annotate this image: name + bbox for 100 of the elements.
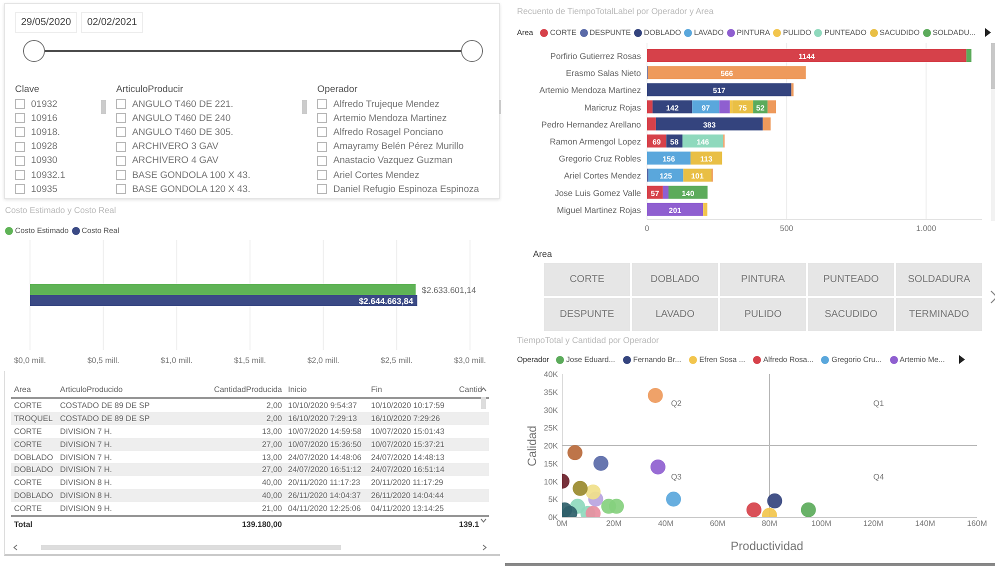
chart-title: Costo Estimado y Costo Real	[5, 205, 118, 215]
table-cell: DIVISION 8 H.	[57, 476, 207, 490]
table-cell: 40,00	[207, 476, 285, 490]
axis-label: 500	[780, 224, 794, 233]
table-cell: COSTADO DE 89 DE SP	[57, 412, 207, 425]
quadrant-label: Q1	[873, 399, 884, 408]
table-cell: 2,00	[207, 398, 285, 412]
table-cell: DOBLADO	[11, 463, 57, 476]
category-label: Erasmo Salas Nieto	[566, 68, 641, 78]
axis-label: 160M	[967, 519, 987, 528]
table-cell: 13,00	[207, 450, 285, 464]
axis-label: $1,0 mill.	[160, 356, 193, 365]
x-axis-title: Productividad	[730, 539, 804, 553]
axis-label: 5K	[548, 495, 558, 504]
slicer-title: ArticuloProducir	[116, 84, 184, 95]
data-label: $2.633.601,14	[422, 285, 476, 295]
axis-label: 0M	[556, 519, 568, 528]
table-cell: 16/10/2020 7:29:13	[285, 412, 368, 425]
table-cell: 10/07/2020 14:59:58	[285, 424, 368, 438]
axis-label: 40K	[544, 370, 558, 379]
table-cell: 04/11/2020 13:14:25	[368, 502, 456, 516]
table-cell: 24/07/2020 14:48:06	[285, 450, 368, 464]
axis-label: 35K	[544, 388, 558, 397]
table-cell: TROQUEL	[11, 412, 57, 425]
category-label: Gregorio Cruz Robles	[558, 154, 641, 164]
table-cell: 16/10/2020 7:29:26	[368, 412, 456, 425]
category-label: Artemio Mendoza Martinez	[539, 85, 641, 96]
axis-label: 0	[644, 224, 650, 233]
table-cell: 24/07/2020 14:48:13	[368, 450, 456, 464]
table-cell: 10/07/2020 15:36:50	[285, 438, 368, 451]
data-label: $2.644.663,84	[358, 296, 414, 306]
table-cell: DIVISION 7 H.	[57, 438, 207, 451]
total-cell: 139.1	[456, 516, 489, 532]
table-cell: DIVISION 7 H.	[57, 424, 207, 438]
axis-label: 30K	[544, 406, 558, 415]
quadrant-label: Q2	[670, 399, 682, 408]
axis-label: 120M	[863, 519, 884, 528]
table-cell: 27,00	[207, 438, 285, 451]
category-label: Ariel Cortes Mendez	[564, 170, 641, 181]
table-cell: CORTE	[11, 438, 57, 451]
table-cell: 27,00	[207, 463, 285, 476]
table-cell: 24/07/2020 16:51:14	[368, 463, 456, 476]
total-cell: 139.180,00	[207, 516, 285, 532]
table-cell: 24/07/2020 16:51:12	[285, 463, 368, 476]
table-cell: DOBLADO	[11, 450, 57, 464]
axis-label: 140M	[915, 519, 936, 528]
table-cell: 26/11/2020 14:04:37	[285, 489, 368, 502]
table-cell: 10/07/2020 15:37:21	[368, 438, 456, 451]
axis-label: $2,0 mill.	[307, 356, 340, 365]
table-cell: 10/07/2020 15:01:43	[368, 424, 456, 438]
total-cell: Total	[11, 516, 57, 532]
axis-label: 100M	[811, 519, 832, 528]
axis-label: 80M	[762, 519, 778, 528]
axis-label: 25K	[544, 424, 558, 433]
table-cell: 20/11/2020 11:17:23	[285, 476, 368, 490]
table-cell: DOBLADO	[11, 489, 57, 502]
axis-label: 1.000	[916, 224, 936, 233]
quadrant-label: Q4	[873, 472, 884, 482]
axis-label: $2,5 mill.	[380, 356, 413, 365]
slicer-title: Operador	[317, 84, 358, 95]
axis-label: 20M	[606, 519, 622, 528]
category-label: Ramon Armengol Lopez	[550, 136, 641, 146]
axis-label: $0,0 mill.	[14, 356, 46, 365]
axis-label: 15K	[544, 459, 558, 468]
axis-label: 20K	[544, 442, 558, 450]
table-cell: 21,00	[207, 502, 285, 516]
table-cell: CORTE	[11, 398, 57, 412]
axis-label: $0,5 mill.	[87, 356, 120, 365]
table-cell: 13,00	[207, 424, 285, 438]
table-cell: CORTE	[11, 476, 57, 490]
table-cell: 20/11/2020 11:17:29	[368, 476, 456, 490]
table-cell: 2,00	[207, 412, 285, 425]
y-axis-title: Calidad	[525, 426, 539, 466]
chart-title: TiempoTotal y Cantidad por Operador	[517, 335, 660, 345]
category-label: Miguel Martinez Rojas	[556, 204, 641, 215]
category-label: Jose Luis Gomez Valle	[554, 188, 641, 198]
table-cell: DIVISION 7 H.	[57, 450, 207, 464]
axis-label: 40M	[658, 519, 674, 528]
table-cell: DIVISION 9 H.	[57, 502, 207, 516]
axis-label: 10K	[544, 477, 558, 486]
slicer-title: Clave	[15, 84, 40, 95]
table-cell: 40,00	[207, 489, 285, 502]
table-cell: 04/11/2020 12:25:06	[285, 502, 368, 516]
table-cell: CORTE	[11, 424, 57, 438]
axis-label: 0K	[548, 513, 558, 522]
category-label: Maricruz Rojas	[584, 102, 641, 112]
axis-label: $1,5 mill.	[234, 356, 266, 365]
category-label: Porfirio Gutierrez Rosas	[550, 51, 641, 61]
slicer-title: Area	[533, 249, 554, 259]
table-cell: DIVISION 8 H.	[57, 489, 207, 502]
chart-title: Recuento de TiempoTotalLabel por Operador y Area	[517, 6, 715, 16]
category-label: Pedro Hernandez Arellano	[541, 119, 641, 130]
axis-label: $3,0 mill.	[454, 356, 486, 365]
quadrant-label: Q3	[670, 472, 682, 482]
table-cell: 10/10/2020 10:17:59	[368, 398, 456, 412]
table-cell: CORTE	[11, 502, 57, 516]
table-cell: 10/10/2020 9:54:37	[285, 398, 368, 412]
table-cell: COSTADO DE 89 DE SP	[57, 398, 207, 412]
table-cell: 26/11/2020 14:04:44	[368, 489, 456, 502]
table-cell: DIVISION 7 H.	[57, 463, 207, 476]
